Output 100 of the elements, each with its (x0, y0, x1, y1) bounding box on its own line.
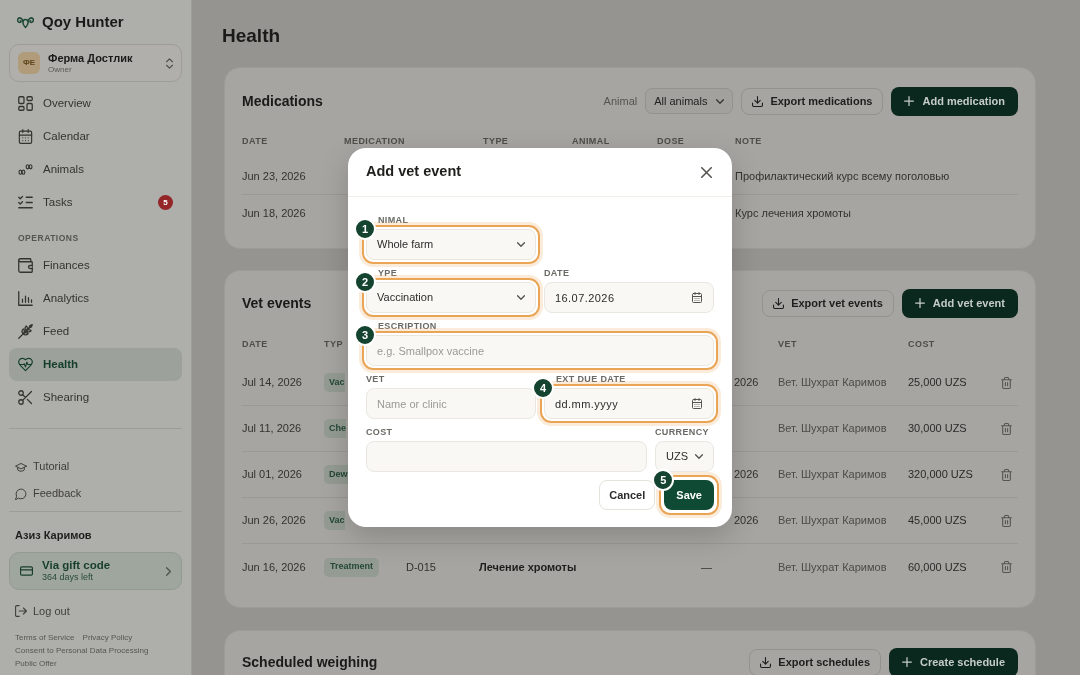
card-title: Medications (242, 91, 323, 111)
export-button[interactable]: Export medications (741, 87, 884, 115)
logout-link[interactable]: Log out (9, 599, 182, 623)
plus-icon (902, 657, 912, 667)
heart-pulse-icon (18, 357, 33, 372)
column-header: DOSE (657, 135, 685, 149)
trash-icon[interactable] (1001, 514, 1012, 527)
chevrons-up-down-icon (166, 57, 173, 69)
table-cell-text: Вет. Шухрат Каримов (778, 513, 887, 529)
legal-link[interactable]: Privacy Policy (82, 631, 133, 644)
column-header: DATE (242, 135, 268, 149)
brand-name: Qoy Hunter (42, 11, 124, 32)
page-title: Health (222, 24, 282, 48)
column-header: NOTE (735, 135, 762, 149)
table-cell-text: 60,000 UZS (908, 559, 967, 575)
date-field[interactable]: 16.07.2026 (544, 282, 714, 313)
ram-head-icon (17, 15, 34, 29)
field-label: COST (366, 427, 394, 438)
nav-item[interactable]: Animals (9, 153, 182, 186)
export-button[interactable]: Export schedules (749, 648, 881, 675)
close-icon[interactable] (701, 166, 712, 178)
add-button[interactable]: Add medication (891, 86, 1018, 116)
column-header: COST (908, 338, 935, 352)
section-heading: OPERATIONS (17, 232, 80, 245)
type-tag: Vac (324, 511, 345, 530)
help-link[interactable]: Feedback (9, 480, 182, 507)
download-icon (752, 95, 764, 107)
calendar-icon (692, 398, 702, 409)
column-header: TYP (324, 338, 343, 352)
scissors-icon (18, 390, 33, 405)
table-cell-text: 45,000 UZS (908, 513, 967, 529)
column-header: TYPE (483, 135, 509, 149)
table-cell-text: 25,000 UZS (908, 375, 967, 391)
select-field[interactable]: UZS (655, 441, 714, 472)
farm-role: Owner (48, 64, 73, 75)
graduation-cap-icon (15, 460, 27, 473)
logout-icon (15, 605, 27, 617)
filter-label: Animal (603, 93, 638, 109)
table-cell-text: 320,000 UZS (908, 467, 973, 483)
nav-item[interactable]: Shearing (9, 381, 182, 414)
grid-icon (18, 96, 33, 111)
farm-avatar: ФЕ (18, 52, 40, 74)
field-label: DATE (544, 268, 571, 279)
legal-link[interactable]: Public Offer (15, 657, 57, 670)
table-cell-text: Jul 14, 2026 (242, 375, 302, 391)
nav-item[interactable]: Calendar (9, 120, 182, 153)
step-number: 5 (652, 469, 675, 491)
field-label: ESCRIPTION (377, 321, 438, 332)
chevron-down-icon (695, 454, 703, 459)
table-cell-text: Jul 01, 2026 (242, 467, 302, 483)
download-icon (773, 297, 785, 309)
plus-icon (904, 96, 915, 106)
trash-icon[interactable] (1001, 468, 1012, 481)
download-icon (760, 656, 772, 668)
nav-item[interactable]: Health (9, 348, 182, 381)
farm-switcher[interactable]: ФЕ Ферма Достлик Owner (9, 44, 182, 82)
legal-link[interactable]: Terms of Service (15, 631, 75, 644)
step-number: 2 (354, 271, 376, 293)
nav-item[interactable]: Tasks 5 (9, 186, 182, 219)
select-field[interactable]: All animals (645, 88, 734, 114)
card-icon (20, 566, 33, 576)
calendar-icon (692, 292, 702, 303)
trash-icon[interactable] (1001, 422, 1012, 435)
table-cell-text: Вет. Шухрат Каримов (778, 375, 887, 391)
type-tag: Treatment (324, 557, 379, 577)
trash-icon[interactable] (1001, 376, 1012, 389)
wheat-icon (18, 324, 33, 339)
user-name: Азиз Каримов (14, 529, 93, 542)
table-cell-text: Вет. Шухрат Каримов (778, 421, 887, 437)
nav-item[interactable]: Overview (9, 87, 182, 120)
table-cell-text: — (701, 559, 712, 575)
step-number: 1 (354, 218, 376, 240)
trash-icon[interactable] (1001, 561, 1012, 573)
text-field[interactable]: Name or clinic (366, 388, 536, 419)
table-cell-text: Вет. Шухрат Каримов (778, 559, 887, 575)
table-cell-text: Лечение хромоты (479, 559, 577, 575)
field-label: VET (366, 374, 386, 385)
legal-link[interactable]: Consent to Personal Data Processing (15, 644, 149, 657)
nav-item[interactable]: Analytics (9, 282, 182, 315)
hoof-prints-icon (18, 162, 33, 177)
count-badge: 5 (158, 195, 173, 210)
bar-chart-icon (18, 291, 33, 306)
add-button[interactable]: Create schedule (889, 647, 1018, 675)
column-header: ANIMAL (572, 135, 610, 149)
table-cell-text: Вет. Шухрат Каримов (778, 467, 887, 483)
table-cell-text: 2026 (734, 375, 759, 391)
cancel-button[interactable]: Cancel (599, 480, 656, 510)
table-cell-text: Jun 23, 2026 (242, 169, 306, 185)
help-link[interactable]: Tutorial (9, 453, 182, 480)
field-label: EXT DUE DATE (555, 374, 627, 385)
nav-item[interactable]: Feed (9, 315, 182, 348)
table-cell-text: Курс лечения хромоты (735, 205, 851, 221)
add-button[interactable]: Add vet event (901, 288, 1018, 318)
chevron-right-icon (166, 566, 171, 576)
card-title: Vet events (242, 293, 312, 313)
text-field[interactable] (366, 441, 647, 472)
type-tag: Dew (324, 465, 348, 484)
export-button[interactable]: Export vet events (762, 289, 894, 317)
plan-card[interactable]: Via gift code 364 days left (9, 552, 182, 590)
nav-item[interactable]: Finances (9, 249, 182, 282)
